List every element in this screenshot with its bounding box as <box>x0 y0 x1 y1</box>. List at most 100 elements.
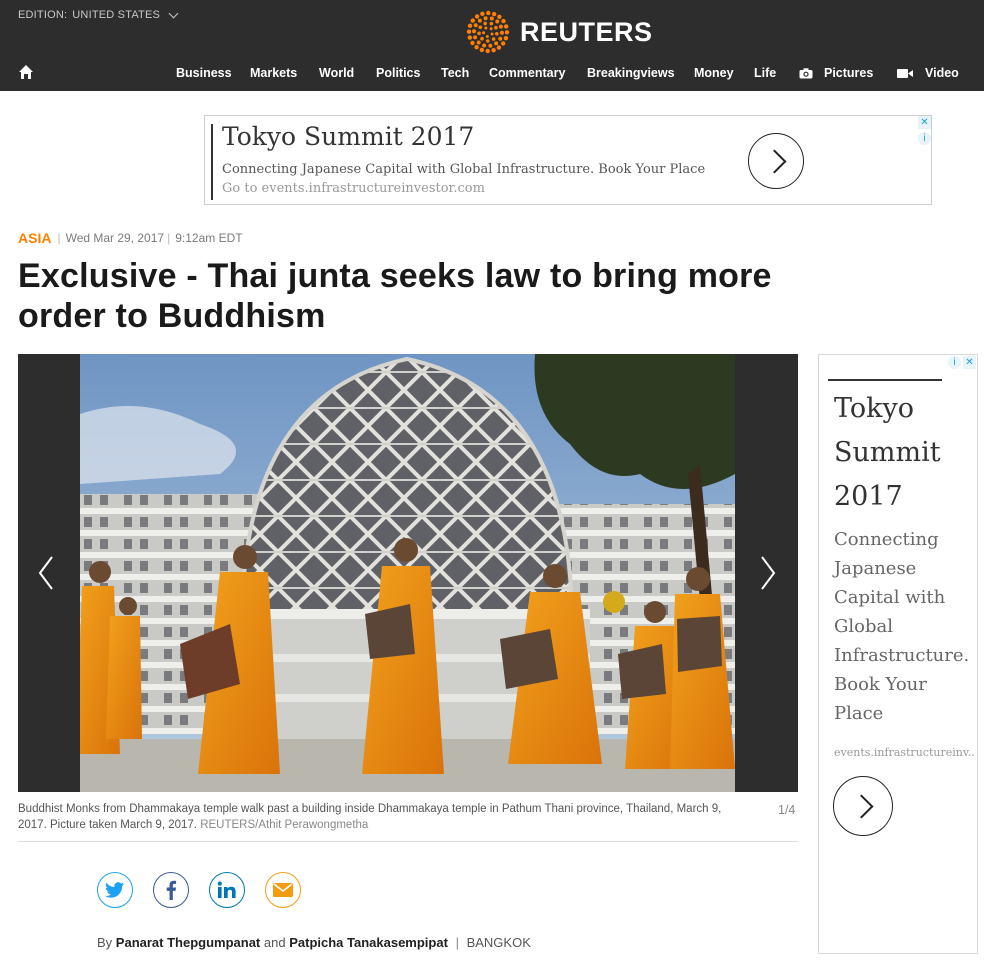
logo-dot <box>466 29 472 34</box>
logo-dot <box>491 11 497 17</box>
chevron-left-icon[interactable] <box>34 554 58 592</box>
nav-pictures[interactable]: Pictures <box>799 66 873 80</box>
nav-markets[interactable]: Markets <box>250 66 297 80</box>
logo-dot <box>497 14 502 19</box>
nav-tech[interactable]: Tech <box>441 66 469 80</box>
nav-label: Life <box>754 66 777 80</box>
ad-description: Connecting Japanese Capital with Global … <box>834 529 970 724</box>
logo-dot <box>474 45 479 50</box>
logo-dot <box>494 41 499 46</box>
logo-dot <box>488 43 493 48</box>
reuters-logo-icon <box>466 10 510 54</box>
article-headline: Exclusive - Thai junta seeks law to brin… <box>18 257 772 335</box>
logo-dot <box>495 19 500 24</box>
nav-label: Video <box>925 66 959 80</box>
logo-dot <box>483 16 488 21</box>
facebook-icon <box>166 880 177 900</box>
divider: | <box>455 935 459 950</box>
ad-info-icon[interactable]: i <box>948 356 961 369</box>
logo-dot <box>498 24 503 29</box>
email-icon <box>273 883 293 897</box>
linkedin-icon <box>217 881 236 898</box>
reuters-logo[interactable]: REUTERS <box>466 10 653 54</box>
logo-dot <box>501 18 506 24</box>
main-nav: Business Markets World Politics Tech Com… <box>0 66 984 84</box>
logo-dot <box>501 41 506 46</box>
ad-arrow-button[interactable] <box>748 133 804 189</box>
logo-dot <box>485 48 490 54</box>
nav-money[interactable]: Money <box>694 66 734 80</box>
nav-business[interactable]: Business <box>176 66 232 80</box>
slide-counter: 1/4 <box>778 803 796 817</box>
divider <box>18 841 798 842</box>
ad-description-text: Connecting Japanese Capital with Global … <box>222 162 706 177</box>
slideshow-photo[interactable] <box>80 354 735 792</box>
logo-dot <box>496 45 502 50</box>
logo-dot <box>470 18 475 23</box>
close-ad-icon[interactable]: ✕ <box>918 116 931 129</box>
logo-dot <box>479 47 485 53</box>
edition-selector[interactable]: EDITION: UNITED STATES <box>18 8 179 21</box>
logo-dot <box>494 25 498 30</box>
chevron-right-icon[interactable] <box>756 554 780 592</box>
ad-title: Tokyo Summit 2017 <box>222 122 475 151</box>
divider: | <box>167 231 171 245</box>
nav-breakingviews[interactable]: Breakingviews <box>587 66 675 80</box>
share-twitter-button[interactable] <box>97 872 133 908</box>
nav-life[interactable]: Life <box>754 66 776 80</box>
share-linkedin-button[interactable] <box>209 872 245 908</box>
ad-description: Connecting Japanese Capital with Global … <box>222 160 722 198</box>
logo-dot <box>477 18 482 23</box>
logo-dot <box>472 29 477 34</box>
nav-politics[interactable]: Politics <box>376 66 420 80</box>
logo-dot <box>485 34 489 38</box>
video-camera-icon <box>897 68 913 78</box>
share-facebook-button[interactable] <box>153 872 189 908</box>
section-link[interactable]: ASIA <box>18 230 51 246</box>
twitter-icon <box>105 881 125 898</box>
close-ad-icon[interactable]: ✕ <box>963 356 976 369</box>
photo-caption: Buddhist Monks from Dhammakaya temple wa… <box>18 801 738 833</box>
photo-credit: REUTERS/Athit Perawongmetha <box>200 819 369 831</box>
nav-label: World <box>319 66 355 80</box>
logo-dot <box>485 39 490 43</box>
logo-dot <box>467 23 473 29</box>
article-time: 9:12am EDT <box>175 231 243 245</box>
author-link[interactable]: Panarat Thepgumpanat <box>116 935 260 950</box>
camera-icon <box>799 67 813 78</box>
ad-go-to: Go to <box>222 181 258 196</box>
nav-label: Pictures <box>824 66 874 80</box>
ad-info-icon[interactable]: i <box>918 132 931 145</box>
divider: | <box>57 231 61 245</box>
ad-arrow-button[interactable] <box>833 776 893 836</box>
logo-dot <box>504 30 510 35</box>
logo-dot <box>499 30 504 35</box>
nav-world[interactable]: World <box>319 66 354 80</box>
nav-label: Business <box>176 66 232 80</box>
logo-dot <box>503 35 509 41</box>
share-email-button[interactable] <box>265 872 301 908</box>
byline-prefix: By <box>97 935 113 950</box>
edition-value: UNITED STATES <box>72 9 161 21</box>
nav-video[interactable]: Video <box>897 66 959 80</box>
article-meta: ASIA | Wed Mar 29, 2017 | 9:12am EDT <box>18 230 243 246</box>
logo-dot <box>491 37 496 41</box>
nav-label: Tech <box>441 66 470 80</box>
logo-dot <box>473 23 478 28</box>
chevron-down-icon <box>168 8 179 18</box>
author-link[interactable]: Patpicha Tanakasempipat <box>289 935 448 950</box>
logo-dot <box>489 16 494 21</box>
logo-dot <box>480 36 484 41</box>
ad-url: events.infrastructureinv... <box>834 746 974 759</box>
banner-ad[interactable]: Tokyo Summit 2017 Connecting Japanese Ca… <box>204 115 932 205</box>
byline-and: and <box>263 935 286 950</box>
logo-dot <box>480 11 485 17</box>
logo-dot <box>467 35 473 40</box>
ad-url: events.infrastructureinvestor.com <box>261 181 485 196</box>
nav-label: Money <box>694 66 734 80</box>
nav-commentary[interactable]: Commentary <box>489 66 565 80</box>
logo-dot <box>477 31 481 36</box>
logo-dot <box>484 26 488 30</box>
logo-dot <box>483 21 487 26</box>
sidebar-ad[interactable]: i ✕ Tokyo Summit 2017 Connecting Japanes… <box>818 354 978 954</box>
